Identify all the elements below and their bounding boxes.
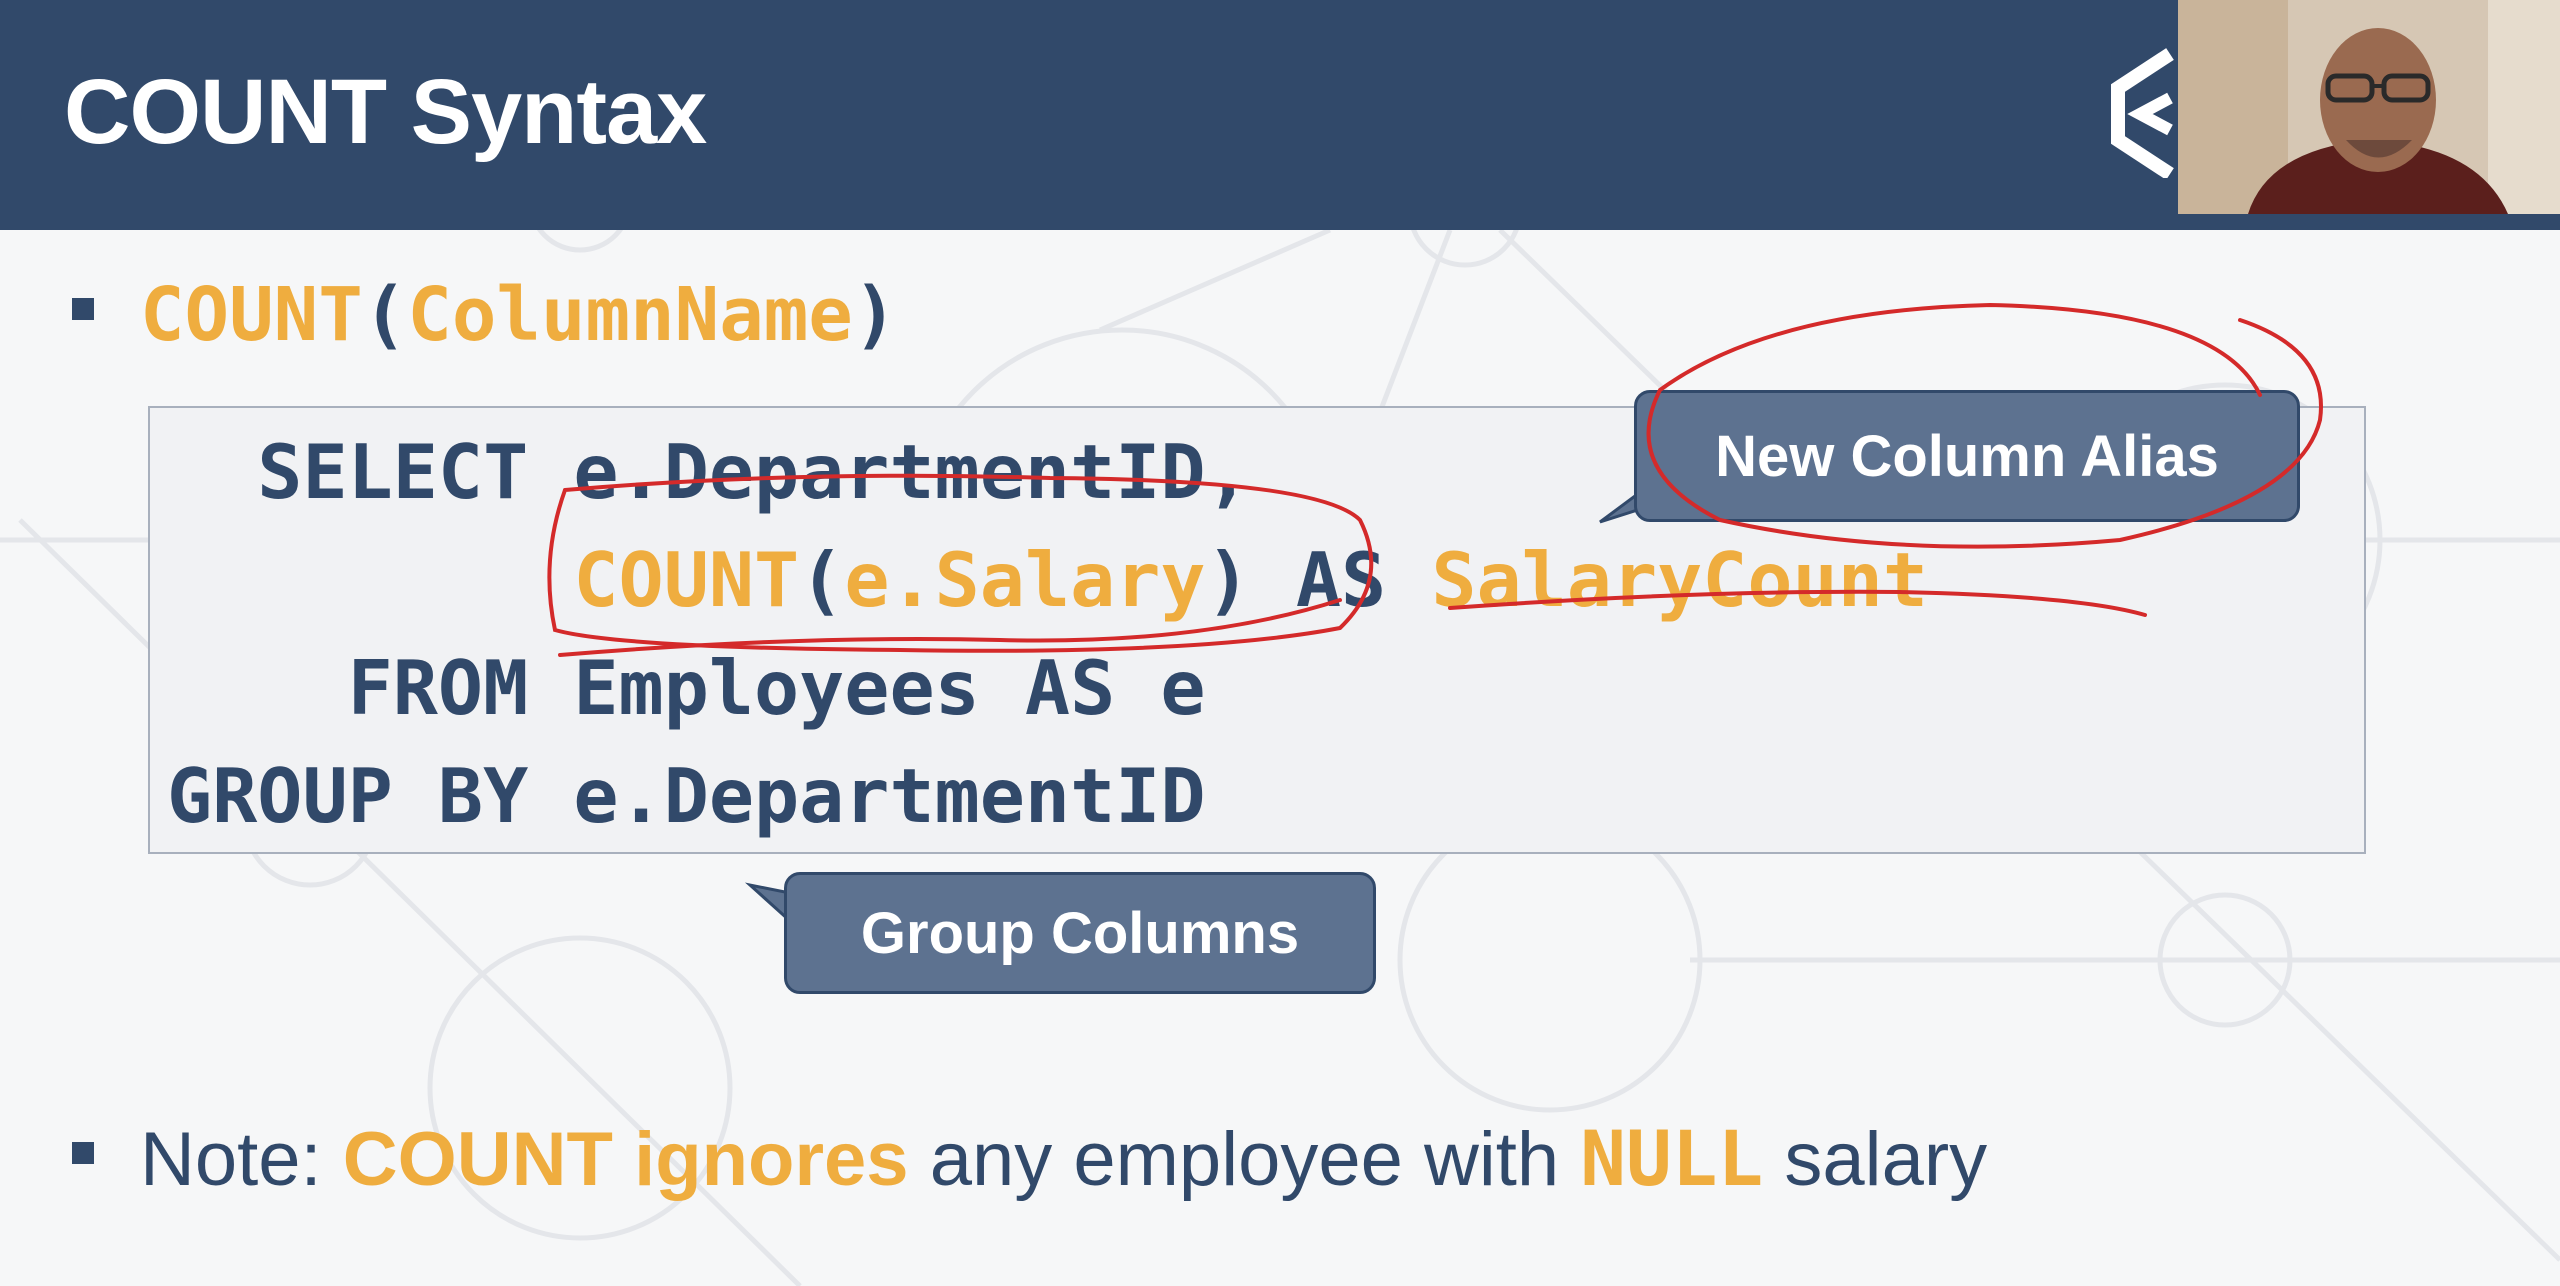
slide-header: COUNT Syntax — [0, 0, 2560, 230]
code-alias: SalaryCount — [1431, 536, 1929, 624]
bullet-marker — [72, 298, 94, 320]
logo-icon — [2111, 48, 2174, 178]
callout-group-columns: Group Columns — [784, 872, 1376, 994]
code-as-keyword: ) AS — [1205, 536, 1432, 624]
code-line-groupby: GROUP BY e.DepartmentID — [167, 752, 1206, 840]
code-count-function: COUNT — [573, 536, 800, 624]
syntax-paren-open: ( — [362, 272, 408, 358]
code-line-from: FROM Employees AS e — [167, 644, 1206, 732]
code-line-select: SELECT e.DepartmentID, — [167, 428, 1251, 516]
syntax-function: COUNT — [140, 272, 363, 358]
note-suffix: salary — [1763, 1117, 1988, 1202]
code-count-argument: e.Salary — [844, 536, 1206, 624]
callout-new-column-alias: New Column Alias — [1634, 390, 2300, 522]
slide-title: COUNT Syntax — [64, 61, 707, 163]
note-highlight-null: NULL — [1580, 1114, 1764, 1203]
code-paren-open: ( — [799, 536, 845, 624]
note-highlight-count: COUNT ignores — [342, 1117, 909, 1202]
bullet-marker — [72, 1142, 94, 1164]
note-text: Note: COUNT ignores any employee with NU… — [140, 1114, 1987, 1203]
count-syntax: COUNT(ColumnName) — [140, 272, 897, 358]
note-middle: any employee with — [908, 1117, 1581, 1202]
note-prefix: Note: — [140, 1117, 343, 1202]
code-line-count: COUNT(e.Salary) AS SalaryCount — [167, 536, 1928, 624]
syntax-argument: ColumnName — [407, 272, 853, 358]
webcam-presenter — [2178, 0, 2560, 214]
syntax-paren-close: ) — [852, 272, 898, 358]
